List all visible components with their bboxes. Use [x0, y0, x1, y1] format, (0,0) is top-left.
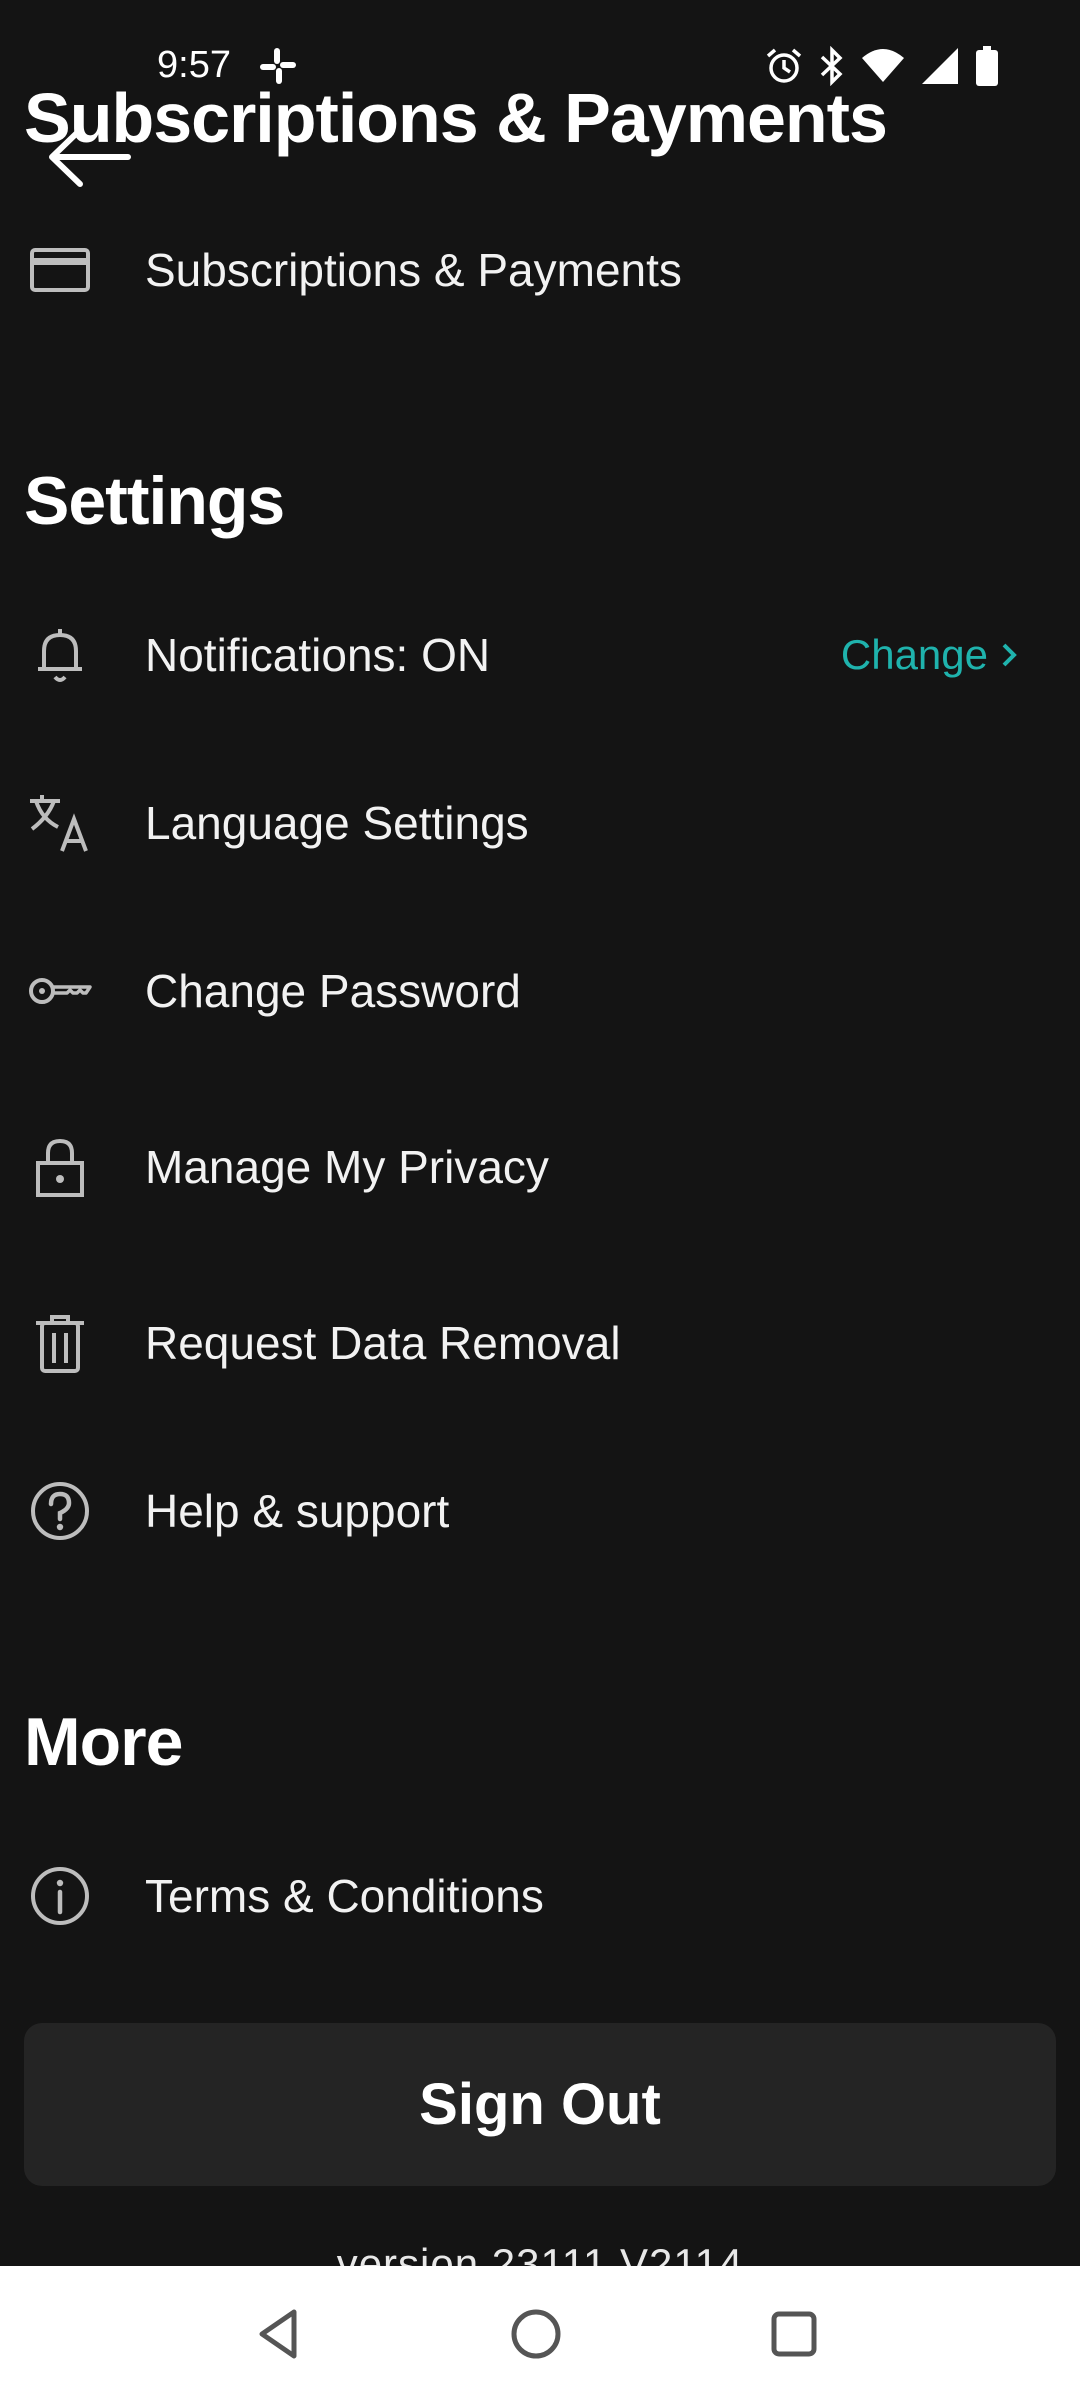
terms-conditions-item[interactable]: Terms & Conditions — [0, 1826, 1080, 1966]
back-arrow-icon[interactable] — [44, 122, 134, 192]
notifications-item: Notifications: ON Change — [0, 585, 1080, 725]
lock-icon — [36, 1138, 84, 1197]
credit-card-icon — [30, 248, 90, 292]
trash-icon — [36, 1315, 84, 1373]
more-section-title: More — [24, 1704, 183, 1780]
info-icon — [31, 1867, 89, 1925]
bell-icon — [38, 629, 82, 682]
manage-privacy-label: Manage My Privacy — [145, 1141, 549, 1193]
nav-back-icon[interactable] — [248, 2304, 308, 2364]
request-data-removal-label: Request Data Removal — [145, 1317, 621, 1369]
translate-icon — [30, 795, 88, 852]
page-title: Subscriptions & Payments — [24, 79, 888, 157]
sign-out-button[interactable]: Sign Out — [24, 2023, 1056, 2186]
nav-recents-icon[interactable] — [764, 2304, 824, 2364]
nav-home-icon[interactable] — [506, 2304, 566, 2364]
language-settings-item[interactable]: Language Settings — [0, 753, 1080, 893]
notifications-change-link[interactable]: Change — [841, 631, 1018, 679]
subscriptions-payments-item[interactable]: Subscriptions & Payments — [0, 200, 1080, 340]
help-support-label: Help & support — [145, 1485, 450, 1537]
manage-privacy-item[interactable]: Manage My Privacy — [0, 1097, 1080, 1237]
terms-conditions-label: Terms & Conditions — [145, 1870, 544, 1922]
key-icon — [29, 978, 92, 1004]
change-link-label: Change — [840, 631, 988, 678]
system-navigation-bar — [0, 2266, 1080, 2400]
change-password-label: Change Password — [145, 965, 521, 1017]
request-data-removal-item[interactable]: Request Data Removal — [0, 1273, 1080, 1413]
help-support-item[interactable]: Help & support — [0, 1441, 1080, 1581]
language-settings-label: Language Settings — [145, 797, 529, 849]
battery-icon — [976, 46, 998, 86]
settings-section-title: Settings — [24, 463, 285, 539]
subscriptions-payments-label: Subscriptions & Payments — [145, 244, 682, 296]
change-password-item[interactable]: Change Password — [0, 921, 1080, 1061]
signal-icon — [922, 48, 958, 84]
help-circle-icon — [31, 1482, 89, 1540]
notifications-label: Notifications: ON — [145, 629, 491, 681]
chevron-right-icon — [1002, 643, 1017, 667]
